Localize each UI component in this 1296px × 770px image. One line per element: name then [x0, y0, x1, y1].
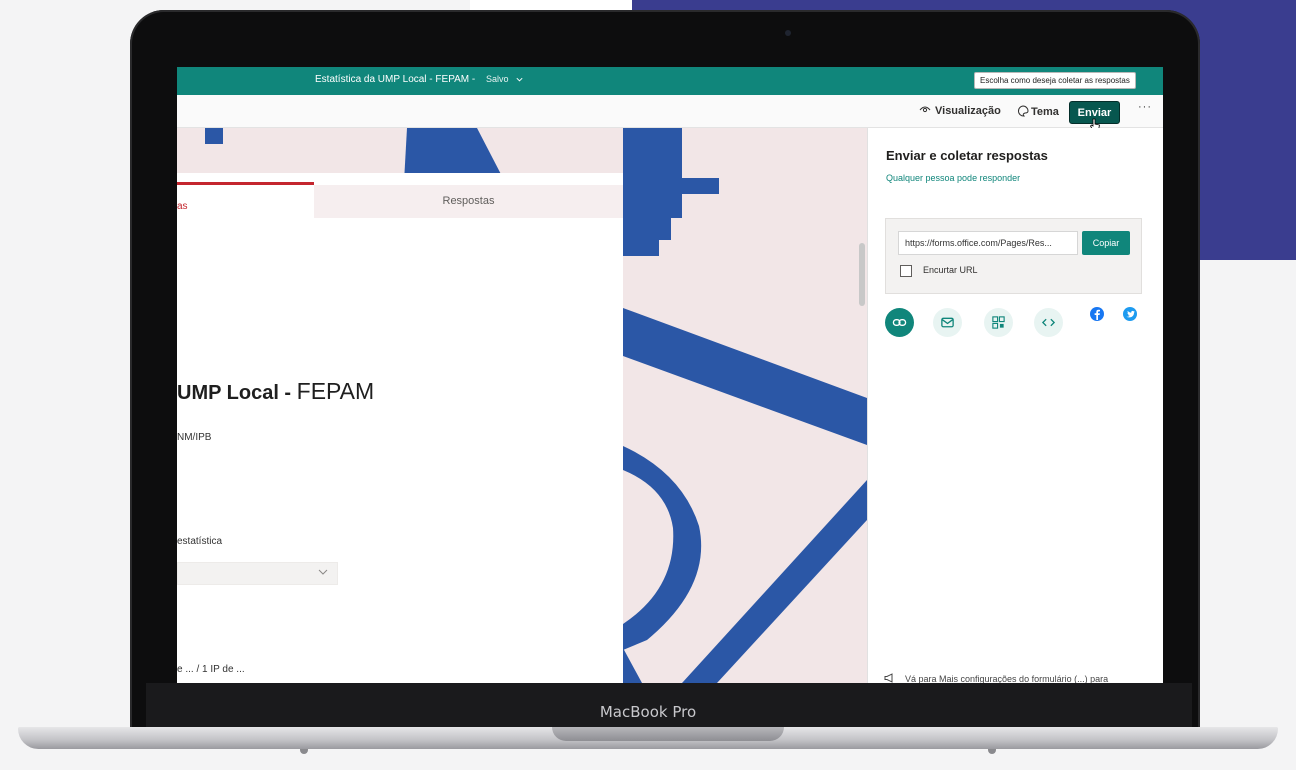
- embed-icon: [1041, 318, 1056, 327]
- theme-button[interactable]: Tema: [1017, 105, 1059, 118]
- share-email-button[interactable]: [933, 308, 962, 337]
- theme-label: Tema: [1031, 106, 1059, 118]
- share-url-field[interactable]: https://forms.office.com/Pages/Res...: [898, 231, 1078, 255]
- question-1-dropdown[interactable]: [177, 562, 338, 585]
- twitter-icon[interactable]: [1123, 307, 1137, 321]
- facebook-icon[interactable]: [1090, 307, 1104, 321]
- shorten-url-label: Encurtar URL: [923, 265, 978, 275]
- toolbar: Visualização Tema Enviar ···: [177, 95, 1163, 128]
- active-tab-indicator: [177, 182, 314, 185]
- preview-label: Visualização: [935, 105, 1001, 117]
- laptop-screen: Estatística da UMP Local - FEPAM - Salvo…: [177, 67, 1163, 683]
- scrollbar-thumb[interactable]: [859, 243, 865, 306]
- mail-icon: [941, 317, 954, 328]
- settings-footer-note: Vá para Mais configurações do formulário…: [884, 673, 1108, 683]
- qr-code-icon: [992, 316, 1005, 329]
- eye-icon: [919, 106, 931, 113]
- more-options-button[interactable]: ···: [1138, 101, 1152, 113]
- share-link-button[interactable]: [885, 308, 914, 337]
- laptop-foot: [300, 749, 308, 754]
- chevron-down-icon: [516, 77, 523, 82]
- send-tooltip: Escolha como deseja coletar as respostas: [974, 72, 1136, 89]
- form-canvas: as Respostas UMP Local - FEPAM NM/IPB es…: [177, 128, 867, 683]
- share-embed-button[interactable]: [1034, 308, 1063, 337]
- palette-icon: [1017, 105, 1029, 117]
- form-title-light: FEPAM: [296, 378, 375, 404]
- settings-footer-text: Vá para Mais configurações do formulário…: [905, 674, 1109, 683]
- tab-questions[interactable]: as: [177, 201, 188, 212]
- send-panel: Enviar e coletar respostas Qualquer pess…: [867, 128, 1163, 683]
- send-panel-heading: Enviar e coletar respostas: [886, 148, 1048, 163]
- form-card: as Respostas: [177, 173, 623, 683]
- document-title-text: Estatística da UMP Local - FEPAM: [315, 74, 470, 85]
- megaphone-icon: [884, 673, 893, 683]
- tab-responses[interactable]: Respostas: [314, 185, 623, 218]
- chevron-down-icon: [318, 569, 328, 575]
- form-subtitle: NM/IPB: [177, 432, 212, 443]
- shorten-url-checkbox[interactable]: [900, 265, 912, 277]
- link-icon: [892, 319, 907, 326]
- laptop-foot: [988, 749, 996, 754]
- laptop-opening-notch: [552, 727, 784, 741]
- camera-icon: [785, 30, 791, 36]
- form-title-bold: UMP Local -: [177, 382, 292, 404]
- laptop-brand-label: MacBook Pro: [599, 703, 697, 721]
- document-title[interactable]: Estatística da UMP Local - FEPAM - Salvo: [315, 74, 524, 85]
- audience-link[interactable]: Qualquer pessoa pode responder: [886, 173, 1020, 183]
- preview-button[interactable]: Visualização: [919, 105, 1001, 117]
- share-qr-button[interactable]: [984, 308, 1013, 337]
- question-1-label: estatística: [177, 536, 223, 547]
- form-title: UMP Local - FEPAM: [177, 378, 374, 405]
- copy-button[interactable]: Copiar: [1082, 231, 1130, 255]
- save-status: Salvo: [486, 74, 509, 84]
- share-link-box: https://forms.office.com/Pages/Res... Co…: [885, 218, 1142, 294]
- scroll-up-icon[interactable]: [859, 238, 865, 251]
- question-2-label: e ... / 1 IP de ...: [177, 664, 245, 675]
